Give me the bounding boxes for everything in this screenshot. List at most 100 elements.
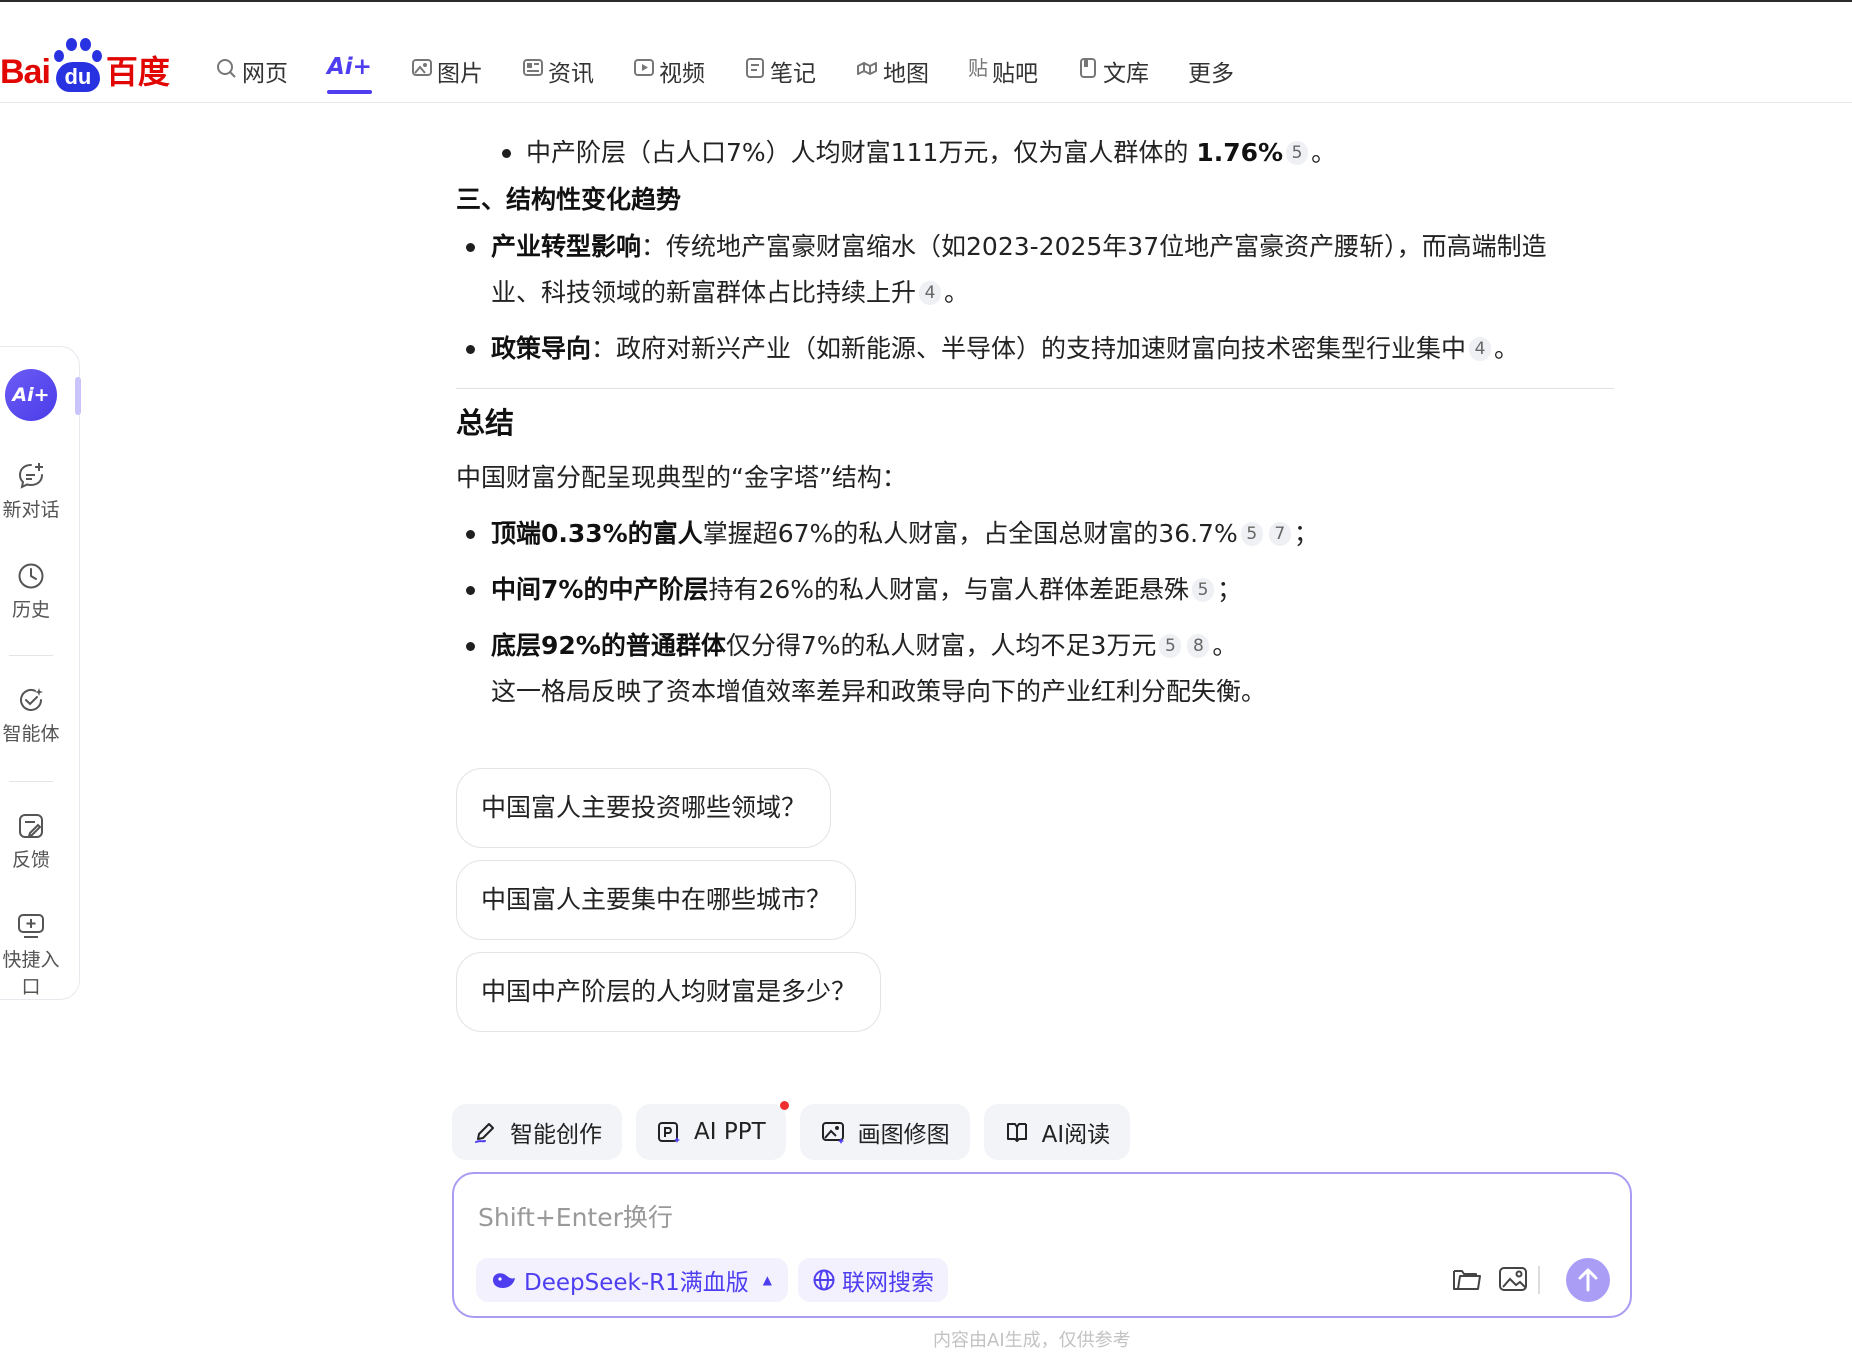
ai-assistant-icon[interactable]: Ai+ (5, 369, 57, 421)
sidebar-item-shortcut[interactable]: 快捷入口 (0, 911, 67, 999)
sidebar-item-feedback[interactable]: 反馈 (0, 811, 67, 872)
summary-intro: 中国财富分配呈现典型的“金字塔”结构： (456, 463, 907, 492)
tab-images[interactable]: 图片 (411, 54, 483, 94)
map-icon (856, 62, 877, 75)
tool-bar: 智能创作 AI PPT 画图修图 AI阅读 (452, 1101, 1144, 1160)
baidu-logo[interactable]: Bai du 百度 (0, 38, 170, 92)
section-divider (456, 388, 1614, 389)
tab-library-label: 文库 (1102, 61, 1149, 87)
video-icon (633, 59, 654, 76)
list-item-text: ：传统地产富豪财富缩水（如2023-2025年37位地产富豪资产腰斩），而高端制… (641, 232, 1547, 261)
list-item-text: 业、科技领域的新富群体占比持续上升 (491, 278, 917, 307)
tab-map-label: 地图 (882, 61, 929, 87)
list-item-text: 掌握超67%的私人财富，占全国总财富的36.7% (702, 519, 1238, 548)
tab-ai[interactable]: Ai+ (327, 54, 372, 94)
citation-badge[interactable]: 4 (1469, 337, 1492, 361)
send-button[interactable] (1566, 1258, 1610, 1302)
list-item-bold: 顶端0.33%的富人 (491, 519, 703, 548)
shortcut-icon (18, 914, 44, 938)
sidebar-item-history[interactable]: 历史 (0, 561, 67, 622)
citation-badge[interactable]: 7 (1268, 522, 1291, 546)
citation-badge[interactable]: 5 (1240, 522, 1263, 546)
list-item-end: 。 (1212, 631, 1238, 660)
list-item-text: 中产阶层（占人口7%）人均财富111万元，仅为富人群体的 (526, 138, 1197, 167)
pen-icon (475, 1123, 494, 1143)
list-item-end: 。 (944, 278, 970, 307)
sidebar-item-label: 快捷入口 (2, 949, 60, 998)
sidebar-tab-handle[interactable] (75, 377, 81, 415)
list-item-text: 持有26%的私人财富，与富人群体差距悬殊 (708, 575, 1190, 604)
tool-label: 画图修图 (857, 1122, 950, 1148)
tool-draw-edit[interactable]: 画图修图 (799, 1104, 970, 1160)
notification-dot (779, 1101, 789, 1110)
new-chat-icon (18, 463, 43, 489)
sidebar-item-label: 反馈 (11, 849, 50, 871)
citation-badge[interactable]: 5 (1192, 578, 1215, 602)
list-item: 顶端0.33%的富人掌握超67%的私人财富，占全国总财富的36.7% 5 7； (456, 511, 1616, 557)
list-item: 中产阶层（占人口7%）人均财富111万元，仅为富人群体的 1.76% 5。 (456, 130, 1616, 176)
list-item-text: 仅分得7%的私人财富，人均不足3万元 (725, 631, 1157, 660)
caret-up-icon: ▲ (762, 1273, 772, 1287)
sidebar-item-label: 历史 (11, 599, 50, 621)
agent-icon (20, 688, 43, 711)
tab-web[interactable]: 网页 (216, 54, 288, 94)
folder-icon[interactable] (1450, 1262, 1484, 1296)
book-icon (1006, 1123, 1027, 1142)
clock-icon (18, 563, 44, 589)
image-icon (411, 59, 432, 76)
closing-text: 这一格局反映了资本增值效率差异和政策导向下的产业红利分配失衡。 (491, 677, 1267, 706)
chat-input-box[interactable]: Shift+Enter换行 DeepSeek-R1满血版 ▲ 联网搜索 (452, 1172, 1632, 1318)
citation-badge[interactable]: 4 (919, 281, 942, 305)
logo-chinese: 百度 (105, 54, 170, 90)
tab-video-label: 视频 (658, 61, 705, 87)
sidebar-item-label: 新对话 (2, 499, 60, 521)
answer-content: 中产阶层（占人口7%）人均财富111万元，仅为富人群体的 1.76%5。 .co… (456, 130, 1616, 715)
list-item-end: ； (1293, 519, 1319, 548)
suggestion-chip[interactable]: 中国中产阶层的人均财富是多少？ (456, 952, 882, 1032)
list-item: 底层92%的普通群体仅分得7%的私人财富，人均不足3万元 5 8。 (456, 623, 1616, 669)
tab-more[interactable]: 更多 (1188, 54, 1234, 94)
image-upload-icon[interactable] (1496, 1262, 1530, 1296)
list-item-continuation: 业、科技领域的新富群体占比持续上升 4。 (456, 270, 1616, 316)
sidebar-item-new-chat[interactable]: 新对话 (0, 461, 67, 522)
suggestion-chip[interactable]: 中国富人主要集中在哪些城市？ (456, 860, 857, 940)
tab-news[interactable]: 资讯 (522, 54, 594, 94)
note-icon (745, 58, 764, 78)
library-icon (1079, 58, 1096, 78)
section-heading: 三、结构性变化趋势 (456, 185, 682, 214)
tab-tieba[interactable]: 贴 贴吧 (968, 54, 1038, 94)
tab-ai-label: Ai+ (327, 54, 372, 80)
tab-video[interactable]: 视频 (633, 54, 705, 94)
tab-notes[interactable]: 笔记 (744, 54, 816, 94)
list-item: 产业转型影响：传统地产富豪财富缩水（如2023-2025年37位地产富豪资产腰斩… (456, 224, 1616, 270)
citation-badge[interactable]: 5 (1159, 634, 1182, 658)
sidebar-item-agents[interactable]: 智能体 (0, 685, 67, 746)
suggestion-chip[interactable]: 中国富人主要投资哪些领域？ (456, 768, 832, 848)
tool-ai-read[interactable]: AI阅读 (983, 1104, 1131, 1160)
ppt-icon (658, 1122, 680, 1143)
tab-library[interactable]: 文库 (1077, 54, 1149, 94)
tieba-icon: 贴 (967, 56, 988, 80)
sidebar-divider (9, 655, 53, 656)
arrow-up-icon (1578, 1268, 1598, 1292)
tool-ai-ppt[interactable]: AI PPT (636, 1101, 789, 1160)
tab-images-label: 图片 (436, 61, 483, 87)
tab-notes-label: 笔记 (769, 61, 816, 87)
news-icon (522, 59, 543, 76)
tab-tieba-label: 贴吧 (991, 61, 1038, 87)
tool-label: 智能创作 (510, 1122, 602, 1148)
summary-heading: 总结 (456, 406, 515, 440)
list-item-end: 。 (1494, 334, 1520, 363)
tool-label: AI PPT (694, 1119, 766, 1145)
web-search-toggle[interactable]: 联网搜索 (798, 1258, 948, 1302)
list-item: 政策导向：政府对新兴产业（如新能源、半导体）的支持加速财富向技术密集型行业集中 4… (456, 326, 1616, 372)
tab-more-label: 更多 (1187, 61, 1234, 87)
sidebar-item-label: 智能体 (2, 723, 60, 745)
top-bar: Bai du 百度 网页 Ai+ 图片 资讯 视频 笔记 地图 贴 贴吧 文库 … (0, 0, 1852, 103)
citation-badge[interactable]: 5 (1286, 141, 1309, 165)
tab-map[interactable]: 地图 (855, 54, 929, 94)
chat-input-placeholder[interactable]: Shift+Enter换行 (478, 1198, 673, 1234)
tool-smart-create[interactable]: 智能创作 (452, 1104, 622, 1160)
citation-badge[interactable]: 8 (1187, 634, 1210, 658)
model-selector[interactable]: DeepSeek-R1满血版 ▲ (476, 1258, 788, 1302)
